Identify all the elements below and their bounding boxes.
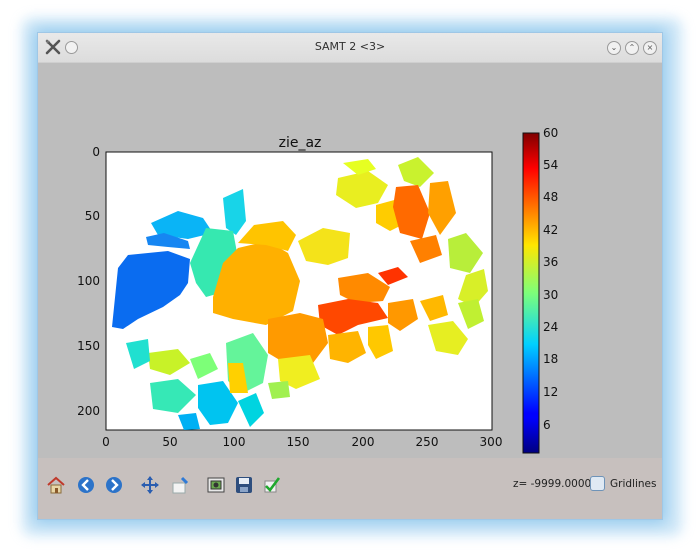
check-icon[interactable] <box>262 475 282 495</box>
z-value-readout: z= -9999.0000 <box>513 478 592 490</box>
x-axis: 0 50 100 150 200 250 300 <box>102 435 502 449</box>
configure-subplots-icon[interactable] <box>206 475 226 495</box>
colorbar <box>522 132 540 454</box>
zoom-icon[interactable] <box>170 475 190 495</box>
y-tick-label: 0 <box>92 145 100 159</box>
app-window: SAMT 2 <3> ⌄ ⌃ × zie_az 0 50 100 150 200… <box>38 33 662 519</box>
y-tick-label: 200 <box>77 404 100 418</box>
gridlines-checkbox[interactable] <box>590 476 605 491</box>
colorbar-tick-label: 36 <box>543 255 558 269</box>
colorbar-tick-label: 60 <box>543 126 558 140</box>
forward-icon[interactable] <box>104 475 124 495</box>
colorbar-ticks: 60 54 48 42 36 30 24 18 12 6 <box>543 126 558 432</box>
figure: zie_az 0 50 100 150 200 250 300 0 50 100… <box>77 126 558 454</box>
maximize-icon[interactable]: ⌃ <box>625 41 639 55</box>
minimize-icon[interactable]: ⌄ <box>607 41 621 55</box>
gridlines-label: Gridlines <box>610 478 657 490</box>
y-axis: 0 50 100 150 200 <box>77 145 100 418</box>
colorbar-tick-label: 54 <box>543 158 558 172</box>
colorbar-tick-label: 12 <box>543 385 558 399</box>
colorbar-tick-label: 30 <box>543 288 558 302</box>
plot-canvas[interactable]: zie_az 0 50 100 150 200 250 300 0 50 100… <box>38 63 662 458</box>
x-tick-label: 150 <box>287 435 310 449</box>
y-tick-label: 150 <box>77 339 100 353</box>
title-bar[interactable]: SAMT 2 <3> ⌄ ⌃ × <box>38 33 662 63</box>
x-tick-label: 250 <box>416 435 439 449</box>
pan-icon[interactable] <box>140 475 160 495</box>
window-title: SAMT 2 <3> <box>314 40 386 53</box>
y-tick-label: 100 <box>77 274 100 288</box>
colorbar-tick-label: 6 <box>543 418 551 432</box>
x-tick-label: 0 <box>102 435 110 449</box>
x-tick-label: 300 <box>480 435 503 449</box>
colorbar-tick-label: 42 <box>543 223 558 237</box>
colorbar-tick-label: 18 <box>543 352 558 366</box>
x-tick-label: 50 <box>162 435 177 449</box>
home-icon[interactable] <box>46 475 66 495</box>
plot-title: zie_az <box>279 135 322 151</box>
colorbar-tick-label: 48 <box>543 190 558 204</box>
close-icon[interactable]: × <box>643 41 657 55</box>
colorbar-tick-label: 24 <box>543 320 558 334</box>
x-tick-label: 200 <box>352 435 375 449</box>
navigation-toolbar: z= -9999.0000 Gridlines <box>38 458 662 519</box>
x-tick-label: 100 <box>223 435 246 449</box>
save-icon[interactable] <box>234 475 254 495</box>
y-tick-label: 50 <box>85 209 100 223</box>
back-icon[interactable] <box>76 475 96 495</box>
